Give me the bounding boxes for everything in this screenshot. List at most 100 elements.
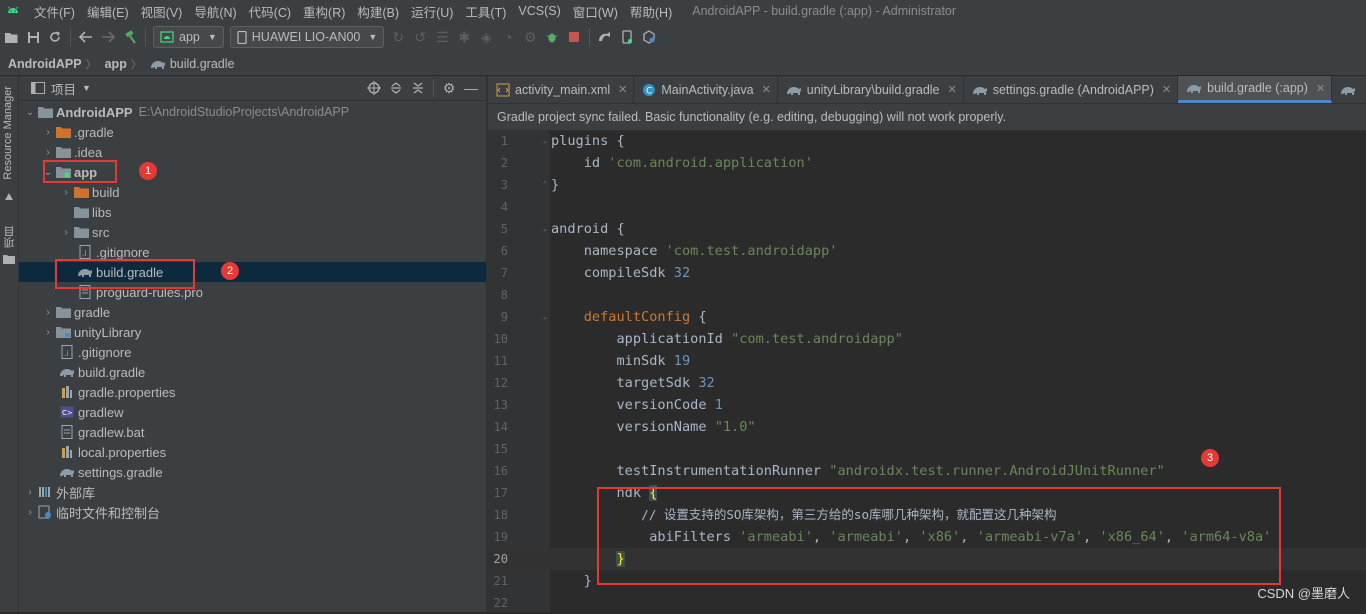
menu-view[interactable]: 视图(V): [135, 2, 189, 21]
run-with-coverage-icon[interactable]: ⚙: [519, 26, 541, 48]
chevron-right-icon[interactable]: ›: [41, 305, 55, 319]
annotation-badge-1: 1: [139, 162, 157, 180]
fold-end-icon[interactable]: ⌃: [540, 180, 550, 190]
back-arrow-icon[interactable]: [75, 26, 97, 48]
attach-debugger-icon[interactable]: ◔: [497, 26, 519, 48]
chevron-down-icon[interactable]: ⌄: [23, 105, 37, 119]
close-icon[interactable]: ✕: [762, 83, 771, 96]
hammer-build-icon[interactable]: [119, 26, 141, 48]
menu-tools[interactable]: 工具(T): [459, 2, 512, 21]
bug-icon[interactable]: [541, 26, 563, 48]
fold-icon[interactable]: ⌄: [540, 312, 550, 322]
tab-overflow[interactable]: [1332, 76, 1366, 103]
menu-build[interactable]: 构建(B): [351, 2, 405, 21]
fold-icon[interactable]: ⌄: [540, 136, 550, 146]
code-text: }: [551, 573, 592, 589]
device-dropdown[interactable]: HUAWEI LIO-AN00 ▼: [229, 26, 385, 48]
tree-item-unitylibrary[interactable]: › unityLibrary: [19, 322, 486, 342]
close-icon[interactable]: ✕: [1316, 82, 1325, 95]
menu-help[interactable]: 帮助(H): [624, 2, 678, 21]
tab-settings-gradle[interactable]: settings.gradle (AndroidAPP) ✕: [964, 76, 1179, 103]
close-icon[interactable]: ✕: [618, 83, 627, 96]
open-folder-icon[interactable]: [0, 26, 22, 48]
toolbar-separator: [589, 28, 591, 46]
close-icon[interactable]: ✕: [948, 83, 957, 96]
menu-window[interactable]: 窗口(W): [567, 2, 624, 21]
tab-app-build-gradle[interactable]: build.gradle (:app) ✕: [1178, 76, 1333, 103]
menu-vcs[interactable]: VCS(S): [512, 4, 566, 18]
tree-item-label: AndroidAPP: [56, 104, 133, 120]
tree-item-gradle-folder[interactable]: › gradle: [19, 302, 486, 322]
apply-code-changes-icon[interactable]: ↺: [409, 26, 431, 48]
tree-item-label: .idea: [74, 144, 103, 160]
apply-changes-icon[interactable]: ↻: [387, 26, 409, 48]
sdk-manager-icon[interactable]: [638, 26, 660, 48]
locate-target-icon[interactable]: [363, 77, 385, 99]
menu-file[interactable]: 文件(F): [28, 2, 81, 21]
menu-edit[interactable]: 编辑(E): [81, 2, 135, 21]
tab-label: build.gradle (:app): [1207, 81, 1308, 95]
chevron-right-icon[interactable]: ›: [23, 505, 37, 519]
hide-panel-icon[interactable]: —: [460, 77, 482, 99]
resource-manager-tab[interactable]: Resource Manager: [2, 86, 14, 180]
chevron-right-icon[interactable]: ›: [59, 185, 73, 199]
expand-all-icon[interactable]: [385, 77, 407, 99]
menu-code[interactable]: 代码(C): [243, 2, 297, 21]
fold-icon[interactable]: ⌄: [540, 224, 550, 234]
close-icon[interactable]: ✕: [1162, 83, 1171, 96]
sync-icon[interactable]: [44, 26, 66, 48]
tree-item-src[interactable]: › src: [19, 222, 486, 242]
chevron-right-icon[interactable]: ›: [23, 485, 37, 499]
tree-item-gradlew-bat[interactable]: gradlew.bat: [19, 422, 486, 442]
breadcrumb-project[interactable]: AndroidAPP: [0, 57, 86, 71]
tree-item-androidapp[interactable]: ⌄ AndroidAPP E:\AndroidStudioProjects\An…: [19, 102, 486, 122]
coverage-icon[interactable]: ☰: [431, 26, 453, 48]
tree-item-settings-gradle[interactable]: settings.gradle: [19, 462, 486, 482]
tree-item-external-libraries[interactable]: › 外部库: [19, 482, 486, 502]
line-number: 17: [493, 486, 508, 500]
chevron-right-icon[interactable]: ›: [41, 145, 55, 159]
chevron-right-icon[interactable]: ›: [41, 325, 55, 339]
tree-item-idea[interactable]: › .idea: [19, 142, 486, 162]
code-line: 12 targetSdk 32: [488, 372, 1366, 394]
code-line: 1 ⌄ plugins {: [488, 130, 1366, 152]
forward-arrow-icon[interactable]: [97, 26, 119, 48]
project-tool-tab[interactable]: 项目: [2, 226, 18, 248]
project-view-selector[interactable]: 项目 ▼: [19, 79, 91, 98]
code-text: id 'com.android.application': [551, 155, 813, 171]
tree-item-gradlew[interactable]: C> gradlew: [19, 402, 486, 422]
folder-icon: [73, 204, 89, 220]
menu-navigate[interactable]: 导航(N): [188, 2, 242, 21]
tree-item-gradle-properties[interactable]: gradle.properties: [19, 382, 486, 402]
device-manager-icon[interactable]: [616, 26, 638, 48]
tree-item-libs[interactable]: libs: [19, 202, 486, 222]
breadcrumb-module[interactable]: app: [97, 57, 131, 71]
run-config-dropdown[interactable]: app ▼: [153, 26, 224, 48]
toolbar-separator: [70, 28, 71, 46]
chevron-right-icon[interactable]: ›: [59, 225, 73, 239]
chevron-down-icon: ▼: [368, 32, 378, 42]
menu-run[interactable]: 运行(U): [405, 2, 459, 21]
tree-item-scratches[interactable]: › 临时文件和控制台: [19, 502, 486, 522]
tab-activity-main[interactable]: activity_main.xml ✕: [488, 76, 635, 103]
debug-icon[interactable]: ✱: [453, 26, 475, 48]
line-number: 9: [500, 310, 508, 324]
tree-item-build-dir[interactable]: › build: [19, 182, 486, 202]
header-separator: [433, 79, 434, 97]
collapse-all-icon[interactable]: [407, 77, 429, 99]
chevron-right-icon[interactable]: ›: [41, 125, 55, 139]
code-line: 13 versionCode 1: [488, 394, 1366, 416]
gradle-sync-icon[interactable]: [594, 26, 616, 48]
tree-item-local-properties[interactable]: local.properties: [19, 442, 486, 462]
tree-item-gradle-dir[interactable]: › .gradle: [19, 122, 486, 142]
tree-item-root-gitignore[interactable]: .i .gitignore: [19, 342, 486, 362]
tab-unity-build-gradle[interactable]: unityLibrary\build.gradle ✕: [778, 76, 964, 103]
breadcrumb-file[interactable]: build.gradle: [142, 57, 239, 71]
save-icon[interactable]: [22, 26, 44, 48]
tree-item-root-build-gradle[interactable]: build.gradle: [19, 362, 486, 382]
tab-main-activity[interactable]: C MainActivity.java ✕: [634, 76, 778, 103]
stop-icon[interactable]: [563, 26, 585, 48]
menu-refactor[interactable]: 重构(R): [297, 2, 351, 21]
gear-icon[interactable]: ⚙: [438, 77, 460, 99]
profile-icon[interactable]: ◈: [475, 26, 497, 48]
